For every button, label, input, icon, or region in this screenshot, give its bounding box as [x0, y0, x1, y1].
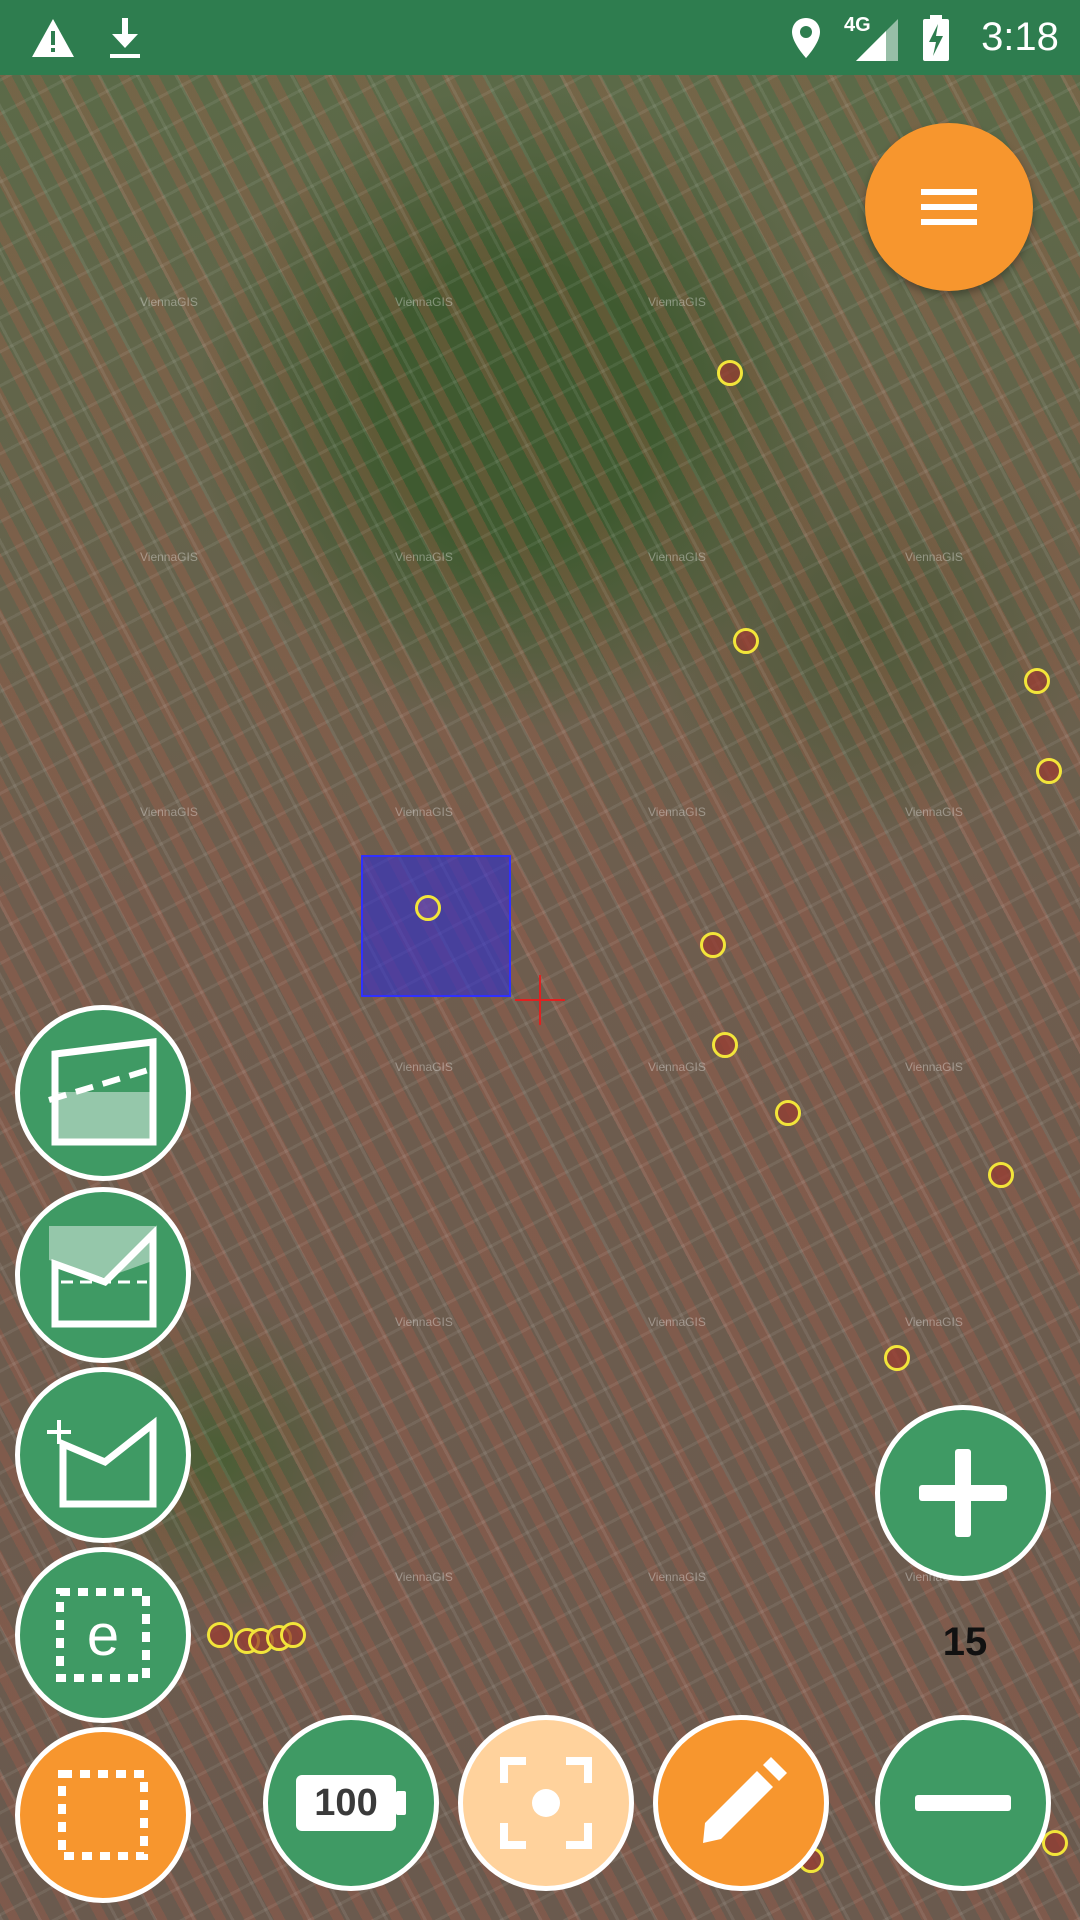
battery-charging-icon [918, 0, 954, 75]
crosshair-icon [515, 975, 565, 1025]
hamburger-icon [921, 189, 977, 225]
focus-icon [500, 1757, 592, 1849]
poi-marker[interactable] [700, 932, 726, 958]
minus-icon [915, 1795, 1011, 1811]
center-location-button[interactable] [458, 1715, 634, 1891]
map-watermark: ViennaGIS [648, 1060, 706, 1074]
poi-marker[interactable] [884, 1345, 910, 1371]
cut-polygon-icon [49, 1225, 157, 1328]
warning-icon [28, 0, 78, 75]
select-area-icon [58, 1770, 148, 1860]
add-polygon-button[interactable] [15, 1367, 191, 1543]
network-type: 4G [844, 14, 871, 36]
zoom-out-button[interactable] [875, 1715, 1051, 1891]
map-watermark: ViennaGIS [395, 1315, 453, 1329]
map-watermark: ViennaGIS [648, 805, 706, 819]
edit-button[interactable] [653, 1715, 829, 1891]
poi-marker[interactable] [717, 360, 743, 386]
pencil-icon [703, 1757, 787, 1843]
map-watermark: ViennaGIS [648, 1315, 706, 1329]
map-watermark: ViennaGIS [395, 1570, 453, 1584]
map-watermark: ViennaGIS [905, 1060, 963, 1074]
add-polygon-icon [47, 1416, 157, 1508]
signal-icon: 4G [842, 0, 900, 75]
map-watermark: ViennaGIS [140, 805, 198, 819]
plus-icon [919, 1449, 1007, 1537]
poi-marker[interactable] [1036, 758, 1062, 784]
location-icon [788, 0, 824, 75]
poi-marker[interactable] [775, 1100, 801, 1126]
split-polygon-icon [48, 1038, 157, 1146]
split-polygon-button[interactable] [15, 1005, 191, 1181]
clock: 3:18 [981, 15, 1059, 59]
battery-button[interactable]: 100 [263, 1715, 439, 1891]
map-watermark: ViennaGIS [395, 805, 453, 819]
map-watermark: ViennaGIS [648, 295, 706, 309]
poi-marker[interactable] [1042, 1830, 1068, 1856]
poi-marker[interactable] [712, 1032, 738, 1058]
poi-marker[interactable] [988, 1162, 1014, 1188]
map-watermark: ViennaGIS [395, 1060, 453, 1074]
map-watermark: ViennaGIS [140, 550, 198, 564]
poi-marker[interactable] [280, 1622, 306, 1648]
zoom-level: 15 [942, 1620, 988, 1664]
poi-marker[interactable] [207, 1622, 233, 1648]
poi-marker[interactable] [733, 628, 759, 654]
edit-glyph: e [86, 1602, 120, 1668]
map-watermark: ViennaGIS [905, 1315, 963, 1329]
map-watermark: ViennaGIS [905, 805, 963, 819]
map-watermark: ViennaGIS [648, 1570, 706, 1584]
cut-polygon-button[interactable] [15, 1187, 191, 1363]
select-area-button[interactable] [15, 1727, 191, 1903]
map-watermark: ViennaGIS [648, 550, 706, 564]
poi-marker[interactable] [1024, 668, 1050, 694]
menu-button[interactable] [865, 123, 1033, 291]
edit-feature-button[interactable]: e [15, 1547, 191, 1723]
map-watermark: ViennaGIS [140, 295, 198, 309]
download-icon [104, 0, 146, 75]
zoom-in-button[interactable] [875, 1405, 1051, 1581]
map-watermark: ViennaGIS [395, 295, 453, 309]
battery-label: 100 [314, 1781, 378, 1824]
map-watermark: ViennaGIS [395, 550, 453, 564]
status-bar: 4G 3:18 [0, 0, 1080, 75]
poi-marker[interactable] [415, 895, 441, 921]
map-watermark: ViennaGIS [905, 550, 963, 564]
selection-area[interactable] [361, 855, 511, 997]
